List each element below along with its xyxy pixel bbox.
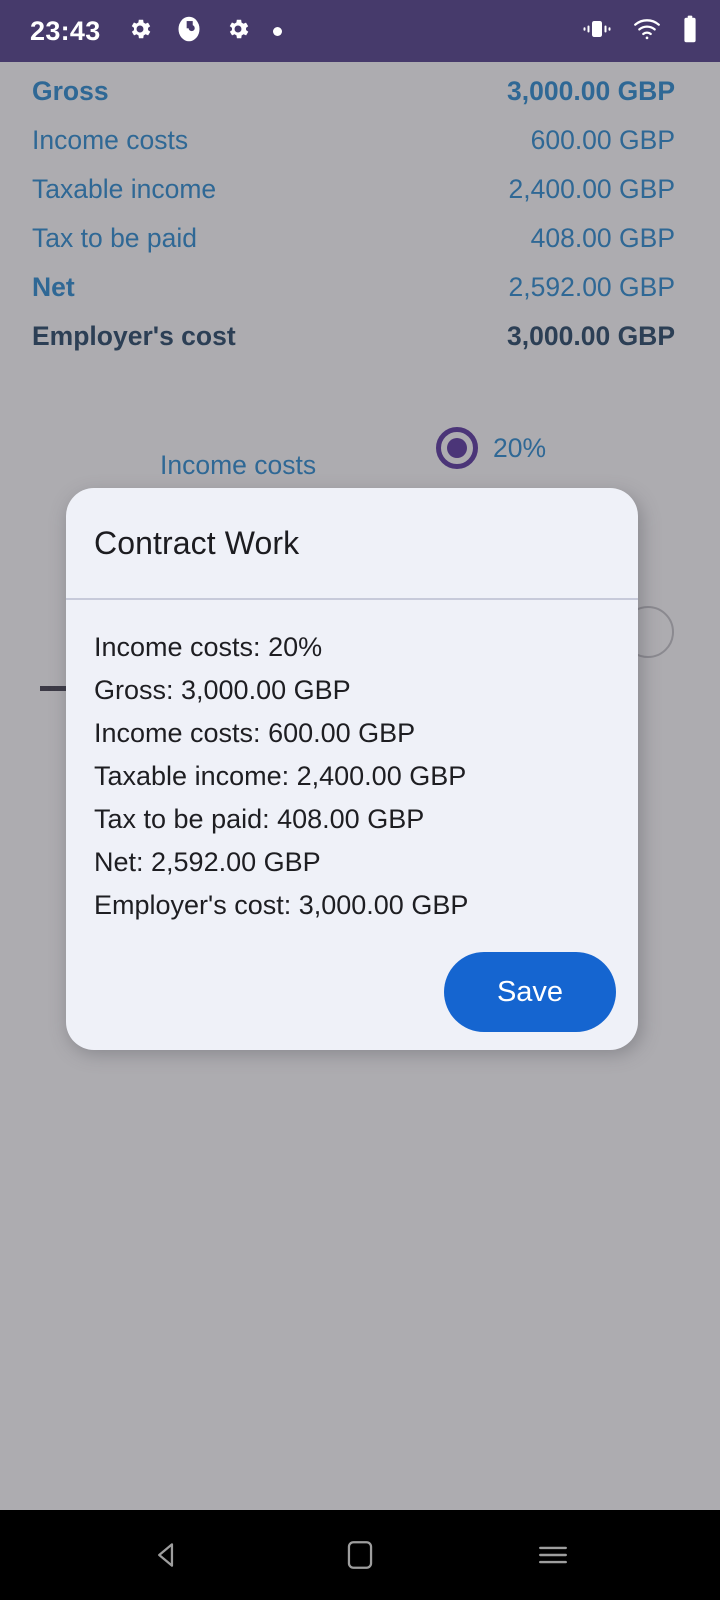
dialog-body: Income costs: 20% Gross: 3,000.00 GBP In…	[66, 600, 638, 927]
radio-selected-icon[interactable]	[436, 427, 478, 469]
income-costs-field-label: Income costs	[160, 450, 317, 480]
radio-option-20-percent[interactable]: 20%	[436, 427, 546, 469]
dialog-line-taxable-income: Taxable income: 2,400.00 GBP	[94, 761, 467, 791]
dialog-title: Contract Work	[94, 524, 300, 561]
dot-icon	[272, 26, 282, 36]
dialog-line-income-costs-percent: Income costs: 20%	[94, 632, 323, 662]
summary-label: Employer's cost	[32, 321, 236, 351]
summary-row-net: Net 2,592.00 GBP	[32, 272, 675, 321]
summary-row-income-costs: Income costs 600.00 GBP	[32, 125, 675, 174]
summary-value: 3,000.00 GBP	[507, 321, 675, 351]
summary-value: 2,400.00 GBP	[508, 174, 675, 204]
summary-label: Gross	[32, 76, 109, 106]
status-bar: 23:43	[0, 0, 720, 62]
wifi-icon	[632, 17, 662, 46]
summary-row-employers-cost: Employer's cost 3,000.00 GBP	[32, 321, 675, 370]
radio-inner-dot	[447, 438, 467, 458]
status-left-icon-group	[127, 15, 282, 48]
status-right-icon-group	[582, 15, 698, 48]
back-icon[interactable]	[132, 1520, 202, 1590]
gear-icon	[127, 16, 153, 47]
summary-row-gross: Gross 3,000.00 GBP	[32, 76, 675, 125]
summary-label: Tax to be paid	[32, 223, 198, 253]
battery-icon	[682, 15, 698, 48]
summary-row-taxable-income: Taxable income 2,400.00 GBP	[32, 174, 675, 223]
contract-work-dialog: Contract Work Income costs: 20% Gross: 3…	[66, 488, 638, 1050]
summary-value: 600.00 GBP	[530, 125, 675, 155]
summary-label: Taxable income	[32, 174, 217, 204]
recents-icon[interactable]	[518, 1520, 588, 1590]
dialog-line-income-costs: Income costs: 600.00 GBP	[94, 718, 416, 748]
phone-screen: 23:43 Gross 3,000.00 GBP Income costs 60…	[0, 0, 720, 1600]
dialog-line-employers-cost: Employer's cost: 3,000.00 GBP	[94, 890, 469, 920]
home-icon[interactable]	[325, 1520, 395, 1590]
summary-row-tax-to-be-paid: Tax to be paid 408.00 GBP	[32, 223, 675, 272]
vibrate-icon	[582, 16, 612, 47]
summary-value: 408.00 GBP	[530, 223, 675, 253]
summary-list: Gross 3,000.00 GBP Income costs 600.00 G…	[0, 62, 720, 370]
summary-value: 2,592.00 GBP	[508, 272, 675, 302]
android-nav-bar	[0, 1510, 720, 1600]
dialog-line-tax-to-be-paid: Tax to be paid: 408.00 GBP	[94, 804, 425, 834]
gear-icon	[225, 16, 251, 47]
dialog-header: Contract Work	[66, 488, 638, 600]
dialog-line-net: Net: 2,592.00 GBP	[94, 847, 321, 877]
summary-label: Net	[32, 272, 75, 302]
summary-label: Income costs	[32, 125, 189, 155]
summary-value: 3,000.00 GBP	[507, 76, 675, 106]
radio-option-label: 20%	[493, 432, 547, 463]
contrast-icon	[175, 15, 203, 48]
status-clock: 23:43	[30, 15, 101, 46]
dialog-actions: Save	[444, 952, 616, 1032]
dialog-line-gross: Gross: 3,000.00 GBP	[94, 675, 351, 705]
save-button[interactable]: Save	[444, 952, 616, 1032]
